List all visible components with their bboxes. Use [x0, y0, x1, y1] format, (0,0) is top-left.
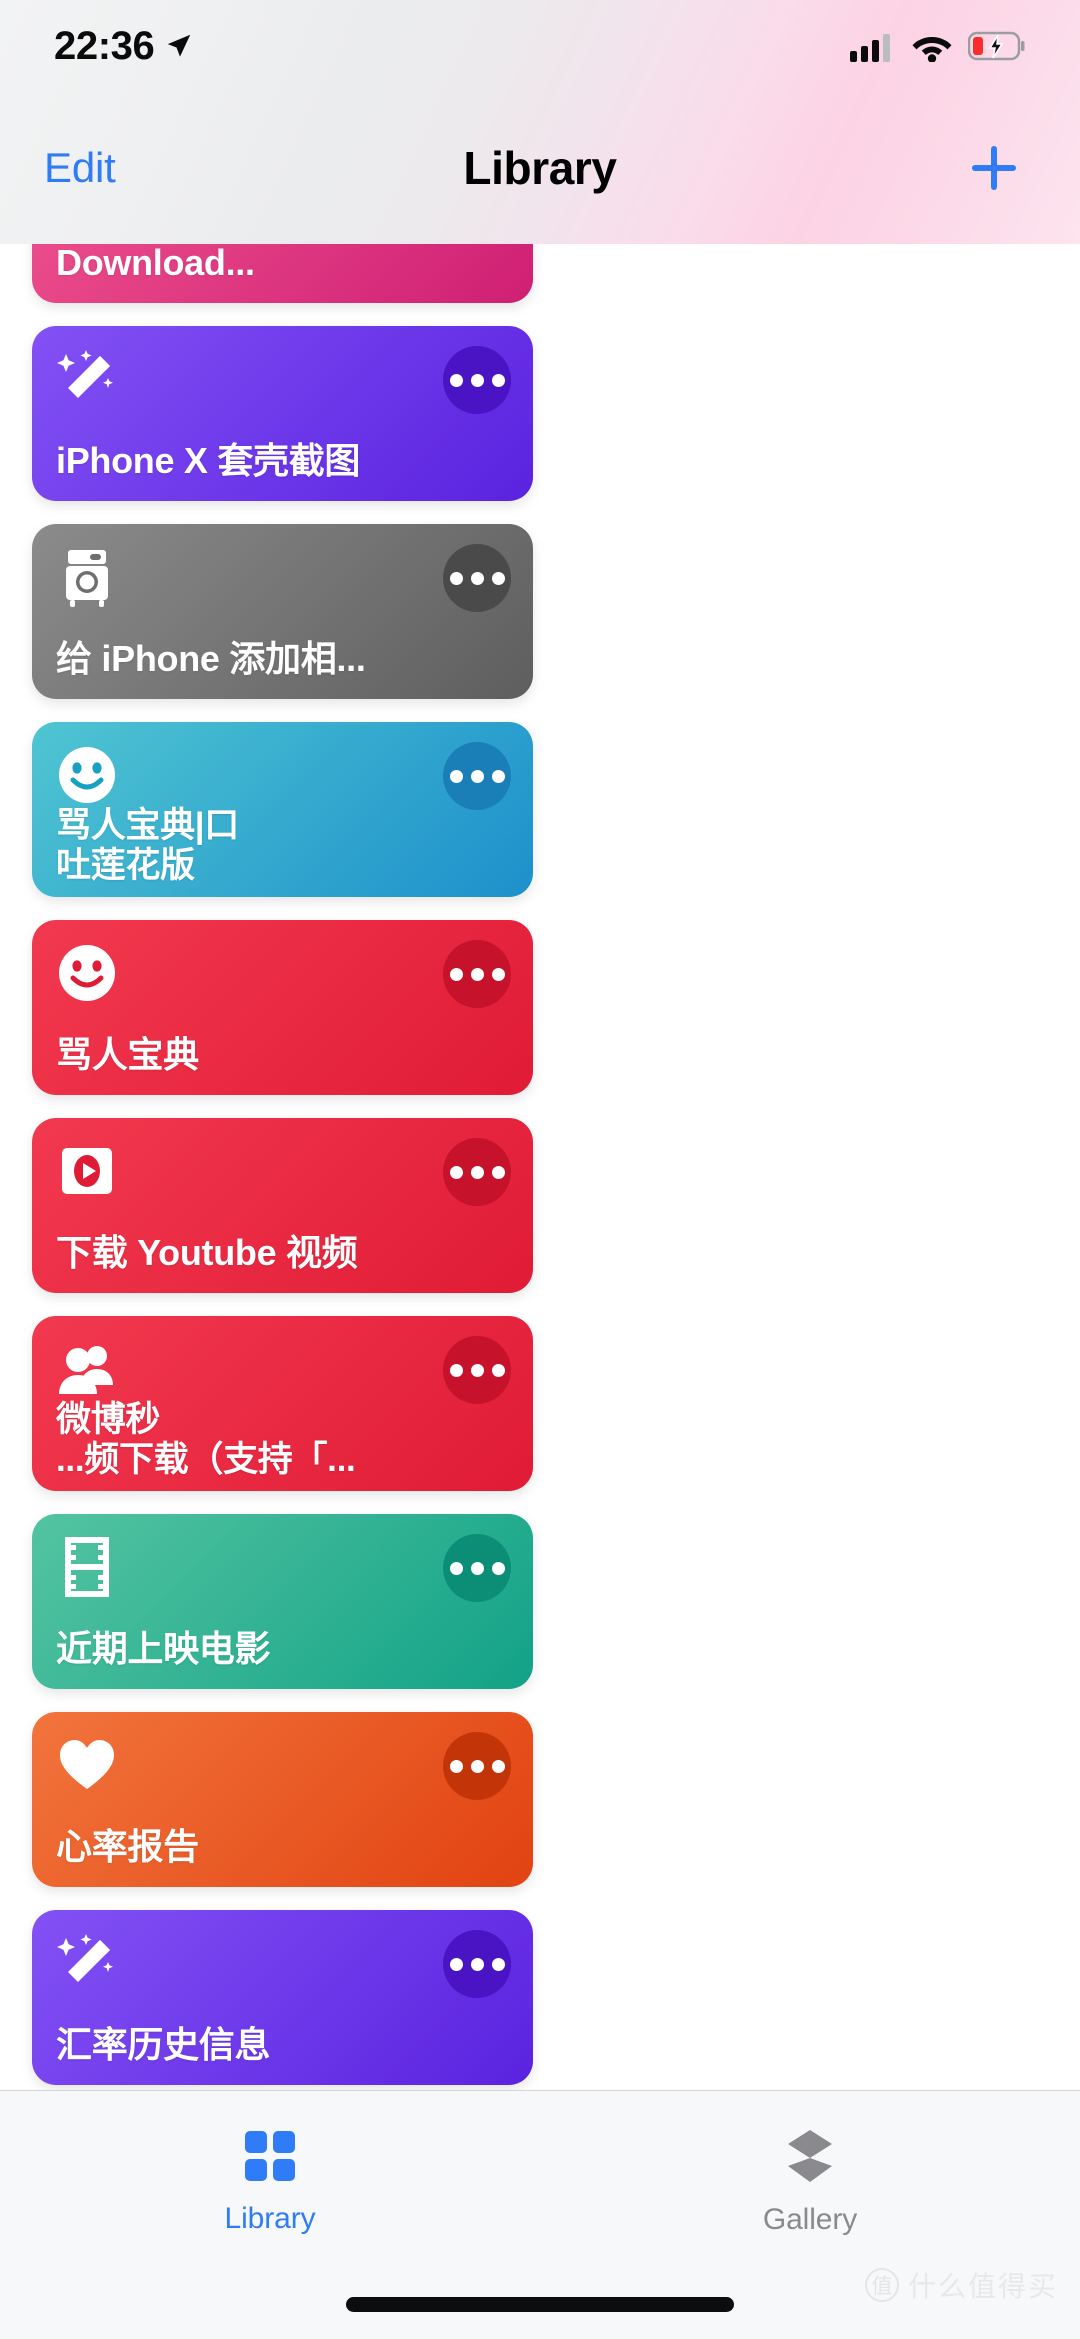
watermark: 值 什么值得买 [864, 2265, 1058, 2305]
battery-charging-icon [968, 31, 1025, 61]
status-time-group: 22:36 [54, 24, 194, 69]
shortcut-card[interactable]: 近期上映电影 [32, 1514, 533, 1689]
tab-bar-items: Library Gallery [0, 2091, 1080, 2251]
shortcut-more-options-button[interactable] [443, 940, 511, 1008]
shortcut-more-options-button[interactable] [443, 1930, 511, 1998]
shortcut-title: 给 iPhone 添加相... [56, 637, 366, 679]
shortcut-title: 微博秒 ...频下载（支持「... [56, 1400, 356, 1479]
magic-wand-icon [56, 1932, 118, 1994]
smiley-face-icon [56, 744, 118, 806]
shortcut-title: Download... [56, 241, 255, 283]
shortcut-more-options-button[interactable] [443, 1336, 511, 1404]
tab-label: Gallery [762, 2202, 858, 2236]
shortcut-title: 骂人宝典|口 吐莲花版 [56, 806, 239, 885]
shortcut-card[interactable]: 骂人宝典 [32, 920, 533, 1095]
watermark-text: 什么值得买 [907, 2271, 1058, 2302]
shortcut-title: 近期上映电影 [56, 1627, 271, 1669]
cellular-signal-icon [850, 34, 890, 62]
shortcut-card[interactable]: iPhone X 套壳截图 [32, 326, 533, 501]
status-icons [850, 30, 1026, 62]
tab-library[interactable]: Library [0, 2091, 540, 2251]
film-strip-icon [56, 1536, 118, 1598]
plus-icon [972, 146, 1016, 190]
shortcut-title: 汇率历史信息 [56, 2023, 271, 2065]
magic-wand-icon [56, 348, 118, 410]
shortcuts-app-screen: 音乐视频下载 Download... iPhone X 套壳截图 给 iPhon… [0, 0, 1080, 2339]
shortcut-card[interactable]: 下载 Youtube 视频 [32, 1118, 533, 1293]
tab-gallery[interactable]: Gallery [540, 2091, 1080, 2251]
smiley-face-icon [56, 942, 118, 1004]
shortcut-more-options-button[interactable] [443, 742, 511, 810]
edit-button[interactable]: Edit [44, 144, 274, 192]
shortcut-title: iPhone X 套壳截图 [56, 439, 361, 481]
shortcut-card[interactable]: 骂人宝典|口 吐莲花版 [32, 722, 533, 897]
header-bar: 22:36 Edit Library [0, 0, 1080, 244]
people-icon [56, 1338, 118, 1400]
shortcut-more-options-button[interactable] [443, 1138, 511, 1206]
shortcuts-grid: 音乐视频下载 Download... iPhone X 套壳截图 给 iPhon… [0, 45, 1080, 2090]
status-bar: 22:36 [0, 0, 1080, 92]
shortcuts-scroll-area[interactable]: 音乐视频下载 Download... iPhone X 套壳截图 给 iPhon… [0, 0, 1080, 2090]
shortcut-more-options-button[interactable] [443, 346, 511, 414]
heart-icon [56, 1734, 118, 1796]
shortcut-card[interactable]: 心率报告 [32, 1712, 533, 1887]
navigation-bar: Edit Library [0, 92, 1080, 244]
shortcut-card[interactable]: 给 iPhone 添加相... [32, 524, 533, 699]
shortcut-more-options-button[interactable] [443, 1732, 511, 1800]
camera-icon [56, 546, 118, 608]
shortcut-title: 下载 Youtube 视频 [56, 1231, 358, 1273]
add-shortcut-button[interactable] [806, 140, 1036, 196]
wifi-icon [912, 37, 952, 62]
shortcut-more-options-button[interactable] [443, 544, 511, 612]
tab-label: Library [224, 2201, 316, 2235]
grid-squares-icon [243, 2129, 297, 2188]
shortcut-card[interactable]: 汇率历史信息 [32, 1910, 533, 2085]
home-indicator [346, 2297, 734, 2312]
play-video-icon [56, 1140, 118, 1202]
layers-icon [782, 2128, 838, 2189]
shortcut-title: 心率报告 [56, 1825, 199, 1867]
watermark-badge: 值 [864, 2268, 899, 2302]
shortcut-title: 骂人宝典 [56, 1033, 199, 1075]
status-time: 22:36 [54, 23, 155, 68]
shortcut-more-options-button[interactable] [443, 1534, 511, 1602]
shortcut-card[interactable]: 微博秒 ...频下载（支持「... [32, 1316, 533, 1491]
location-arrow-icon [168, 34, 191, 57]
page-title: Library [463, 142, 617, 194]
